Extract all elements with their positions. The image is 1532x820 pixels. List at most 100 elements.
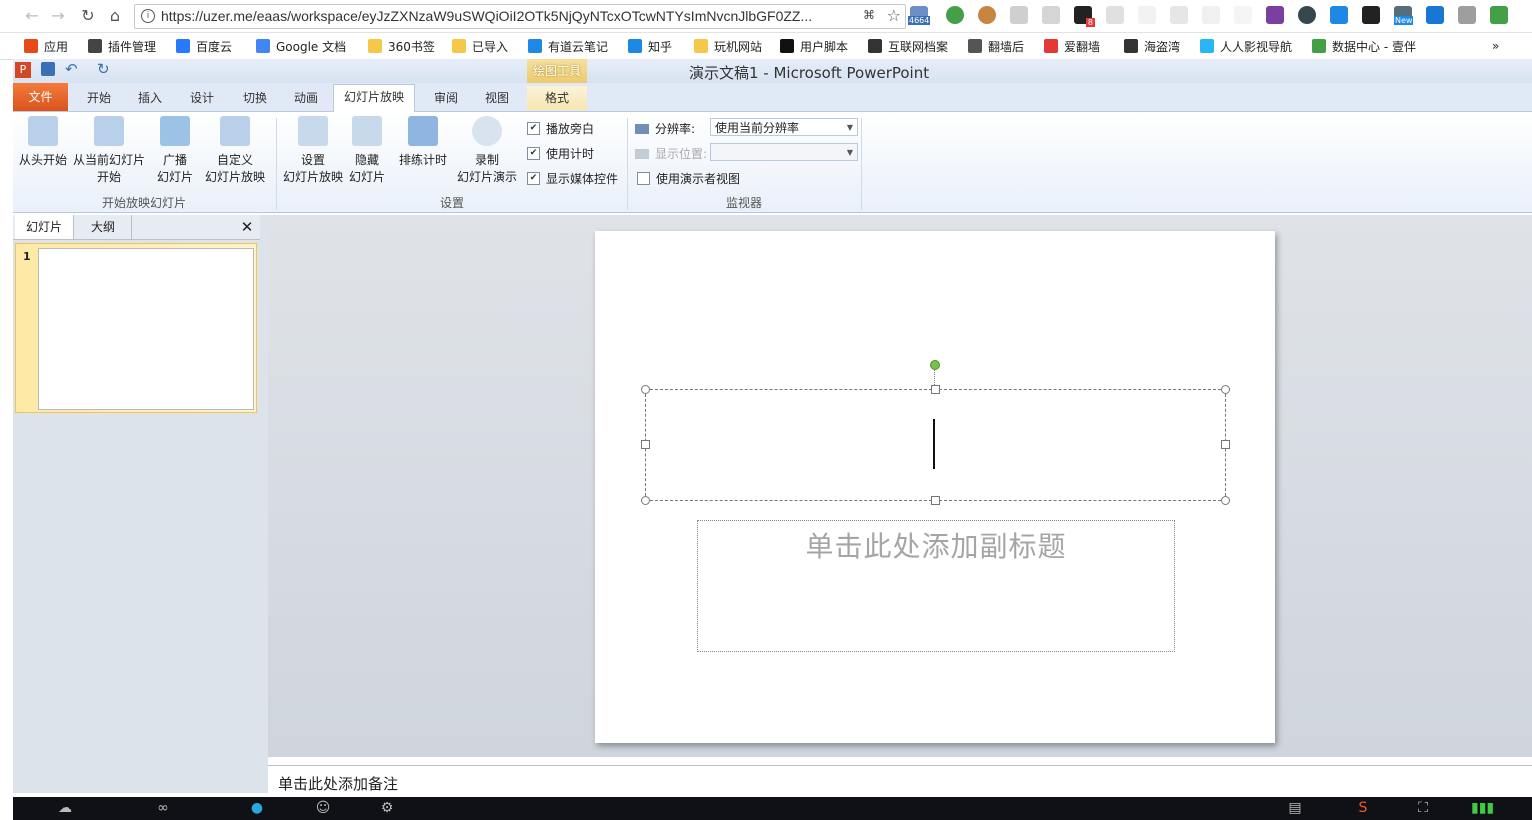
extension-e-icon[interactable] [1298, 6, 1316, 24]
resize-handle[interactable] [931, 496, 940, 505]
rehearse-timings-button[interactable]: 排练计时 [397, 116, 449, 169]
custom-slide-show-button[interactable]: 自定义 幻灯片放映 [199, 116, 271, 186]
notes-pane[interactable]: 单击此处添加备注 [268, 765, 1532, 794]
extension-shield-icon[interactable] [1490, 6, 1508, 24]
from-beginning-button[interactable]: 从头开始 [15, 116, 71, 169]
bookmark-item[interactable]: 海盗湾 [1124, 37, 1180, 55]
slide-thumbnail-item[interactable]: 1 [15, 243, 257, 413]
extension-cursor-icon[interactable] [1202, 6, 1220, 24]
rotate-handle[interactable] [930, 360, 940, 370]
tab-animations[interactable]: 动画 [286, 86, 326, 110]
resize-handle[interactable] [1221, 440, 1230, 449]
tab-format[interactable]: 格式 [527, 86, 587, 110]
save-icon[interactable] [41, 62, 55, 76]
settings-icon[interactable]: ⚙ [377, 800, 397, 817]
extension-v-icon[interactable] [1330, 6, 1348, 24]
title-placeholder[interactable] [641, 385, 1230, 505]
broadcast-button[interactable]: 广播 幻灯片 [153, 116, 197, 186]
extension-onenote-icon[interactable] [1266, 6, 1284, 24]
tab-home[interactable]: 开始 [79, 86, 119, 110]
slide-canvas[interactable]: 单击此处添加副标题 [595, 231, 1275, 743]
set-up-slide-show-button[interactable]: 设置 幻灯片放映 [279, 116, 347, 186]
paste-icon[interactable]: ▤ [1285, 800, 1305, 817]
tab-review[interactable]: 审阅 [426, 86, 466, 110]
bookmark-item[interactable]: 有道云笔记 [528, 37, 608, 55]
extension-s-icon[interactable] [1106, 6, 1124, 24]
extension-blue-icon[interactable] [1426, 6, 1444, 24]
link-icon[interactable]: ∞ [153, 800, 173, 817]
extension-green-icon[interactable] [946, 6, 964, 24]
tab-slides[interactable]: 幻灯片 [15, 215, 74, 239]
user-icon[interactable]: ☺ [313, 800, 333, 817]
tab-design[interactable]: 设计 [182, 86, 222, 110]
reload-icon[interactable]: ↻ [78, 6, 98, 26]
redo-icon[interactable]: ↻ [97, 60, 110, 78]
undo-icon[interactable]: ↶ [65, 60, 78, 78]
extension-mail-icon[interactable]: 4664 [908, 6, 931, 25]
resolution-dropdown[interactable]: 使用当前分辨率 ▼ [710, 118, 858, 136]
extension-w-icon[interactable] [1138, 6, 1156, 24]
presenter-view-checkbox[interactable]: 使用演示者视图 [637, 170, 740, 187]
extension-badge: 4664 [908, 16, 931, 25]
bookmark-item[interactable]: 知乎 [628, 37, 672, 55]
bookmark-item[interactable]: 数据中心 - 壹伴 [1312, 37, 1416, 55]
panel-splitter[interactable] [260, 215, 268, 793]
resize-handle[interactable] [641, 440, 650, 449]
bookmark-item[interactable]: 玩机网站 [694, 37, 762, 55]
address-bar[interactable]: i https://uzer.me/eaas/workspace/eyJzZXN… [134, 4, 906, 29]
bookmark-item[interactable]: 用户脚本 [780, 37, 848, 55]
resize-handle[interactable] [641, 385, 650, 394]
translate-icon[interactable]: ⌘ [863, 8, 875, 22]
close-panel-icon[interactable]: ✕ [237, 215, 257, 239]
extension-camera-icon[interactable] [1010, 6, 1028, 24]
play-narrations-checkbox[interactable]: ✔ 播放旁白 [527, 120, 594, 137]
extension-news-icon[interactable]: New [1394, 6, 1414, 25]
extension-square-icon[interactable] [1170, 6, 1188, 24]
bookmark-item[interactable]: 爱翻墙 [1044, 37, 1100, 55]
bookmark-item[interactable]: 应用 [24, 37, 68, 55]
bookmark-item[interactable]: 插件管理 [88, 37, 156, 55]
extension-check-icon[interactable] [1234, 6, 1252, 24]
resize-handle[interactable] [1221, 496, 1230, 505]
info-circle-icon[interactable]: ● [247, 800, 267, 817]
site-info-icon[interactable]: i [141, 9, 155, 23]
tab-insert[interactable]: 插入 [130, 86, 170, 110]
extension-cube-icon[interactable] [1458, 6, 1476, 24]
extension-grid-icon[interactable] [1042, 6, 1060, 24]
extension-cookie-icon[interactable] [978, 6, 996, 24]
resize-handle[interactable] [931, 385, 940, 394]
bookmark-item[interactable]: Google 文档 [256, 37, 346, 55]
from-current-slide-button[interactable]: 从当前幻灯片 开始 [71, 116, 147, 186]
fullscreen-icon[interactable]: ⛶ [1413, 800, 1433, 817]
extension-bitcoin-icon[interactable] [1362, 6, 1380, 24]
cloud-upload-icon[interactable]: ☁ [55, 800, 75, 817]
extension-8-icon[interactable]: 8 [1074, 6, 1095, 27]
back-arrow-icon[interactable]: ← [22, 6, 42, 26]
bookmark-item[interactable]: 互联网档案 [868, 37, 948, 55]
home-icon[interactable]: ⌂ [105, 6, 125, 26]
bookmark-item[interactable]: 百度云 [176, 37, 232, 55]
sogou-input-icon[interactable]: S [1353, 800, 1373, 817]
bookmarks-overflow-icon[interactable]: » [1492, 37, 1499, 55]
forward-arrow-icon[interactable]: → [48, 6, 68, 26]
bookmark-star-icon[interactable]: ☆ [887, 6, 901, 25]
use-timings-checkbox[interactable]: ✔ 使用计时 [527, 145, 594, 162]
tab-file[interactable]: 文件 [13, 83, 68, 111]
bookmark-favicon-icon [368, 39, 382, 53]
tab-transitions[interactable]: 切换 [235, 86, 275, 110]
show-media-controls-checkbox[interactable]: ✔ 显示媒体控件 [527, 170, 618, 187]
subtitle-placeholder[interactable]: 单击此处添加副标题 [697, 520, 1175, 652]
tab-view[interactable]: 视图 [477, 86, 517, 110]
tab-outline[interactable]: 大纲 [75, 215, 132, 239]
slide-thumbnail[interactable] [38, 248, 254, 410]
bookmark-item[interactable]: 360书签 [368, 37, 435, 55]
resize-handle[interactable] [1221, 385, 1230, 394]
hide-slide-button[interactable]: 隐藏 幻灯片 [347, 116, 387, 186]
tab-slide-show[interactable]: 幻灯片放映 [333, 84, 415, 112]
show-on-dropdown[interactable]: ▼ [710, 143, 858, 161]
bookmark-item[interactable]: 已导入 [452, 37, 508, 55]
bookmark-item[interactable]: 人人影视导航 [1200, 37, 1292, 55]
resize-handle[interactable] [641, 496, 650, 505]
record-slide-show-button[interactable]: 录制 幻灯片演示 [449, 116, 525, 186]
bookmark-item[interactable]: 翻墙后 [968, 37, 1024, 55]
